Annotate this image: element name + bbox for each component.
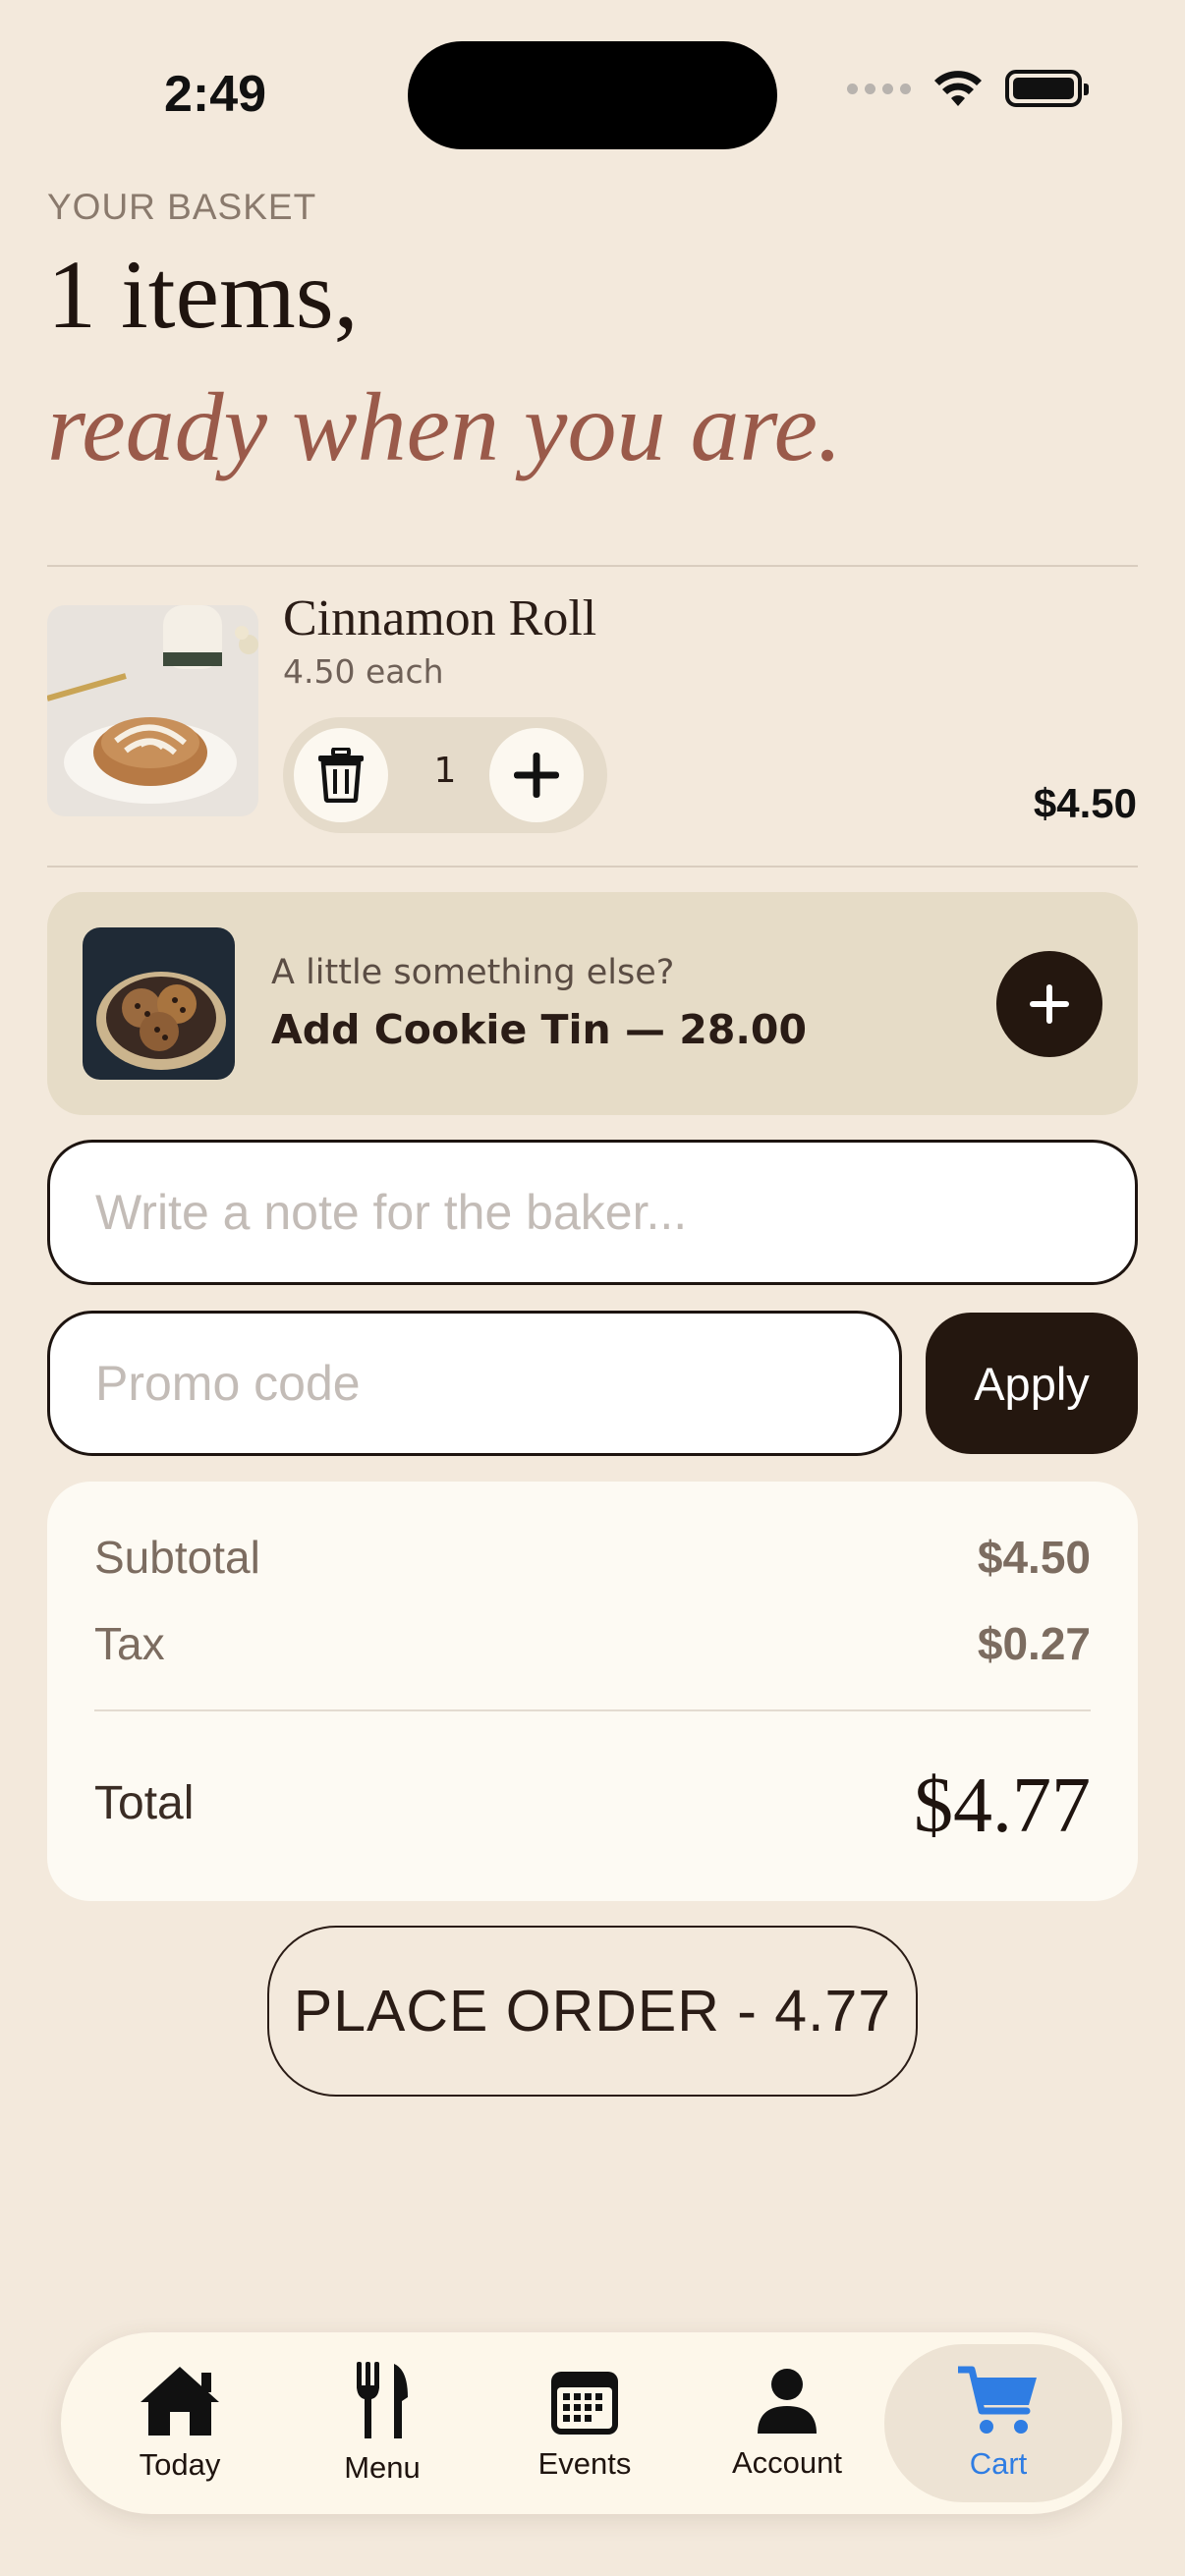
section-eyebrow: YOUR BASKET bbox=[47, 187, 317, 227]
cart-item-line-total: $4.50 bbox=[1033, 780, 1137, 826]
tab-events[interactable]: Events bbox=[483, 2344, 686, 2502]
status-time: 2:49 bbox=[164, 66, 267, 123]
tab-account[interactable]: Account bbox=[686, 2344, 888, 2502]
wifi-icon bbox=[934, 71, 982, 106]
cart-icon bbox=[958, 2366, 1037, 2434]
tab-label: Menu bbox=[344, 2449, 421, 2485]
divider bbox=[94, 1709, 1091, 1711]
apply-promo-button[interactable]: Apply bbox=[926, 1313, 1138, 1454]
total-label: Total bbox=[94, 1777, 195, 1829]
quantity-value: 1 bbox=[433, 751, 457, 791]
subtotal-label: Subtotal bbox=[94, 1532, 260, 1583]
cellular-signal-icon bbox=[847, 83, 911, 94]
promo-code-input[interactable] bbox=[47, 1311, 902, 1456]
plus-icon bbox=[514, 753, 559, 798]
tax-label: Tax bbox=[94, 1618, 165, 1669]
divider bbox=[47, 565, 1138, 567]
home-icon bbox=[141, 2366, 219, 2436]
quantity-stepper: 1 bbox=[283, 717, 607, 833]
increase-quantity-button[interactable] bbox=[489, 728, 584, 822]
delete-item-button[interactable] bbox=[294, 728, 388, 822]
trash-icon bbox=[318, 748, 364, 803]
tab-label: Cart bbox=[969, 2445, 1028, 2481]
add-upsell-button[interactable] bbox=[996, 951, 1102, 1057]
page-subtitle: ready when you are. bbox=[47, 372, 843, 481]
total-value: $4.77 bbox=[914, 1763, 1091, 1849]
cart-item-unit-price: 4.50 each bbox=[283, 652, 444, 691]
calendar-icon bbox=[551, 2371, 618, 2435]
tab-label: Account bbox=[731, 2444, 842, 2480]
tab-label: Today bbox=[139, 2446, 221, 2482]
dynamic-island bbox=[408, 41, 777, 149]
order-summary-card: Subtotal $4.50 Tax $0.27 Total $4.77 bbox=[47, 1482, 1138, 1901]
page-title: 1 items, bbox=[47, 240, 359, 349]
fork-knife-icon bbox=[357, 2361, 408, 2438]
upsell-kicker: A little something else? bbox=[271, 953, 675, 992]
person-icon bbox=[758, 2368, 817, 2434]
divider bbox=[47, 866, 1138, 868]
cart-screen: 2:49 YOUR BASKET 1 items, ready when you… bbox=[0, 0, 1185, 2576]
baker-note-input[interactable] bbox=[47, 1140, 1138, 1285]
place-order-button[interactable]: PLACE ORDER - 4.77 bbox=[267, 1926, 918, 2097]
tab-menu[interactable]: Menu bbox=[281, 2344, 483, 2502]
tab-today[interactable]: Today bbox=[79, 2344, 281, 2502]
tab-cart[interactable]: Cart bbox=[884, 2344, 1112, 2502]
cart-item-name: Cinnamon Roll bbox=[283, 590, 597, 646]
upsell-title: Add Cookie Tin — 28.00 bbox=[271, 1006, 807, 1053]
tab-label: Events bbox=[537, 2445, 632, 2481]
tax-value: $0.27 bbox=[977, 1618, 1091, 1669]
cinnamon-roll-image bbox=[47, 605, 258, 816]
bottom-tab-bar: Today Menu Events Account Cart bbox=[61, 2332, 1122, 2514]
battery-icon bbox=[1005, 70, 1089, 107]
upsell-card: A little something else? Add Cookie Tin … bbox=[47, 892, 1138, 1115]
status-icons bbox=[847, 69, 1089, 108]
plus-icon bbox=[1030, 984, 1069, 1024]
cookie-tin-image bbox=[83, 927, 235, 1080]
subtotal-value: $4.50 bbox=[977, 1532, 1091, 1583]
